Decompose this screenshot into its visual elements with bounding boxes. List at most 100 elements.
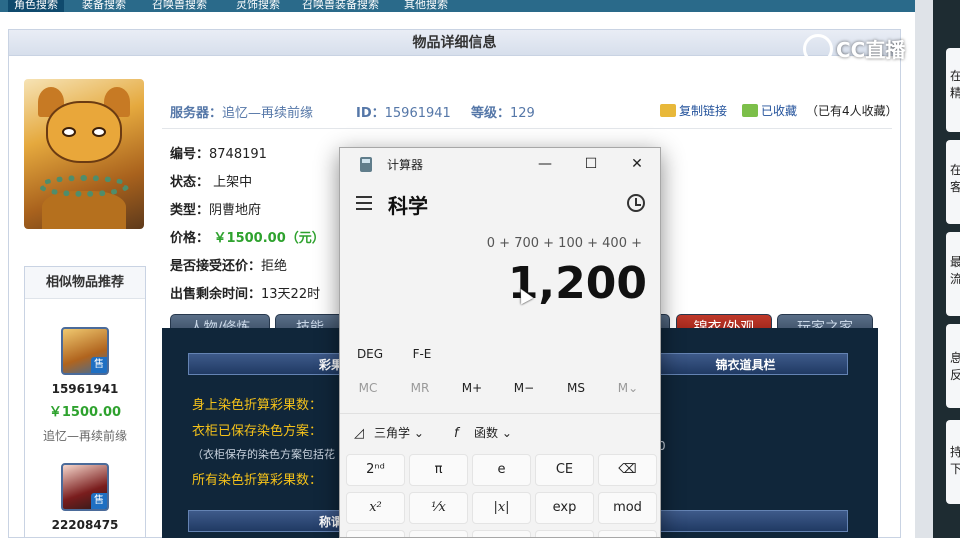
reciprocal-key[interactable]: ¹⁄x xyxy=(409,492,468,524)
type-label: 类型： xyxy=(170,203,210,218)
id-label: ID： xyxy=(356,106,385,121)
sale-badge: 售 xyxy=(91,357,107,373)
copy-link-label: 复制链接 xyxy=(679,104,728,118)
function-icon: f xyxy=(454,426,459,441)
nav-other-search[interactable]: 其他搜索 xyxy=(404,0,448,12)
trig-label: 三角学 xyxy=(374,426,411,440)
calc-key-row3[interactable] xyxy=(472,530,531,537)
copy-link-button[interactable]: 复制链接 xyxy=(660,102,727,119)
section-bar-outfit-props: 锦衣道具栏 xyxy=(644,353,848,375)
calculator-titlebar[interactable]: 计算器 — ☐ ✕ xyxy=(340,148,660,180)
close-button[interactable]: ✕ xyxy=(614,148,660,180)
favorite-count: （已有4人收藏） xyxy=(806,104,898,118)
memory-recall-button[interactable]: MR xyxy=(394,381,446,395)
remaining-label: 出售剩余时间： xyxy=(170,287,262,302)
calculator-divider xyxy=(340,413,660,414)
nav-pet-equip-search[interactable]: 召唤兽装备搜索 xyxy=(302,0,379,12)
backspace-key[interactable]: ⌫ xyxy=(598,454,657,486)
all-dye-fruit-label: 所有染色折算彩果数： xyxy=(192,473,323,488)
avatar-beads xyxy=(38,175,130,197)
server-info: 服务器：追忆—再续前缘 xyxy=(170,102,313,121)
level-value: 129 xyxy=(510,106,535,121)
info-row-status: 状态： 上架中 xyxy=(170,171,252,190)
similar-items-title: 相似物品推荐 xyxy=(25,267,145,299)
trig-dropdown[interactable]: ◿ 三角学 ⌄ xyxy=(354,424,424,441)
chevron-down-icon: ⌄ xyxy=(501,426,512,440)
number-label: 编号： xyxy=(170,147,210,162)
calculator-expression: 0 + 700 + 100 + 400 + xyxy=(486,236,642,251)
minimize-button[interactable]: — xyxy=(522,148,568,180)
status-value: 上架中 xyxy=(209,175,253,190)
history-icon[interactable] xyxy=(627,194,645,212)
favorite-button[interactable]: 已收藏 xyxy=(742,102,797,119)
number-value: 8748191 xyxy=(209,147,267,162)
calculator-title: 计算器 xyxy=(387,158,424,172)
nav-ornament-search[interactable]: 灵饰搜索 xyxy=(236,0,280,12)
info-row-type: 类型：阴曹地府 xyxy=(170,199,261,218)
square-key[interactable]: x² xyxy=(346,492,405,524)
maximize-button[interactable]: ☐ xyxy=(568,148,614,180)
watermark-text: CC直播 xyxy=(836,38,906,62)
nav-equip-search[interactable]: 装备搜索 xyxy=(82,0,126,12)
calc-key-row3[interactable] xyxy=(409,530,468,537)
side-card-text: 在客 xyxy=(950,163,960,194)
memory-list-button[interactable]: M⌄ xyxy=(602,381,654,395)
bargain-label: 是否接受还价： xyxy=(170,259,262,274)
clear-entry-key[interactable]: CE xyxy=(535,454,594,486)
calc-key-row3[interactable] xyxy=(535,530,594,537)
copy-link-icon xyxy=(660,104,676,117)
function-label: 函数 xyxy=(474,426,499,440)
level-label: 等级： xyxy=(471,106,511,121)
similar-item-id[interactable]: 15961941 xyxy=(25,382,145,396)
calc-key-row3[interactable] xyxy=(346,530,405,537)
similar-item-thumb[interactable]: 售 xyxy=(61,463,109,511)
page-scrollbar[interactable] xyxy=(915,0,933,538)
server-value: 追忆—再续前缘 xyxy=(222,106,314,121)
chevron-down-icon: ⌄ xyxy=(413,426,424,440)
exp-key[interactable]: exp xyxy=(535,492,594,524)
remaining-value: 13天22时 xyxy=(261,287,321,302)
side-card-text: 在精 xyxy=(950,69,960,100)
server-label: 服务器： xyxy=(170,106,223,121)
divider xyxy=(162,128,892,129)
hamburger-menu-icon[interactable] xyxy=(356,196,372,210)
calculator-app-icon xyxy=(360,157,372,172)
watermark: CC直播 xyxy=(803,34,905,64)
saved-dye-note: （衣柜保存的染色方案包括花 xyxy=(192,448,335,461)
info-row-number: 编号：8748191 xyxy=(170,143,267,162)
memory-clear-button[interactable]: MC xyxy=(342,381,394,395)
calculator-window: 计算器 — ☐ ✕ 科学 0 + 700 + 100 + 400 + 1,200… xyxy=(339,147,661,538)
memory-subtract-button[interactable]: M− xyxy=(498,381,550,395)
info-row-remaining: 出售剩余时间：13天22时 xyxy=(170,283,320,302)
second-key[interactable]: 2ⁿᵈ xyxy=(346,454,405,486)
similar-item-price: ￥1500.00 xyxy=(48,405,122,420)
favorite-icon xyxy=(742,104,758,117)
calc-key-row3[interactable] xyxy=(598,530,657,537)
memory-add-button[interactable]: M+ xyxy=(446,381,498,395)
avatar-eye-right xyxy=(92,127,106,137)
id-value: 15961941 xyxy=(384,106,451,121)
mod-key[interactable]: mod xyxy=(598,492,657,524)
pi-key[interactable]: π xyxy=(409,454,468,486)
e-key[interactable]: e xyxy=(472,454,531,486)
calculator-display: 1,200 xyxy=(507,258,647,309)
price-value: ￥1500.00（元） xyxy=(209,231,325,246)
absolute-key[interactable]: |x| xyxy=(472,492,531,524)
similar-item-id[interactable]: 22208475 xyxy=(25,518,145,532)
cc-logo-icon xyxy=(803,34,833,64)
price-label: 价格： xyxy=(170,231,210,246)
type-value: 阴曹地府 xyxy=(209,203,262,218)
side-card-text: 最流 xyxy=(950,255,960,286)
function-dropdown[interactable]: f 函数 ⌄ xyxy=(454,424,512,441)
nav-pet-search[interactable]: 召唤兽搜索 xyxy=(152,0,207,12)
memory-store-button[interactable]: MS xyxy=(550,381,602,395)
nav-role-search[interactable]: 角色搜索 xyxy=(8,0,64,12)
fe-button[interactable]: F-E xyxy=(396,347,448,361)
sale-badge: 售 xyxy=(91,493,107,509)
info-row-bargain: 是否接受还价：拒绝 xyxy=(170,255,287,274)
bargain-value: 拒绝 xyxy=(261,259,288,274)
saved-dye-label: 衣柜已保存染色方案： xyxy=(192,424,323,439)
calculator-mode: 科学 xyxy=(388,194,428,218)
deg-button[interactable]: DEG xyxy=(344,347,396,361)
similar-item-thumb[interactable]: 售 xyxy=(61,327,109,375)
